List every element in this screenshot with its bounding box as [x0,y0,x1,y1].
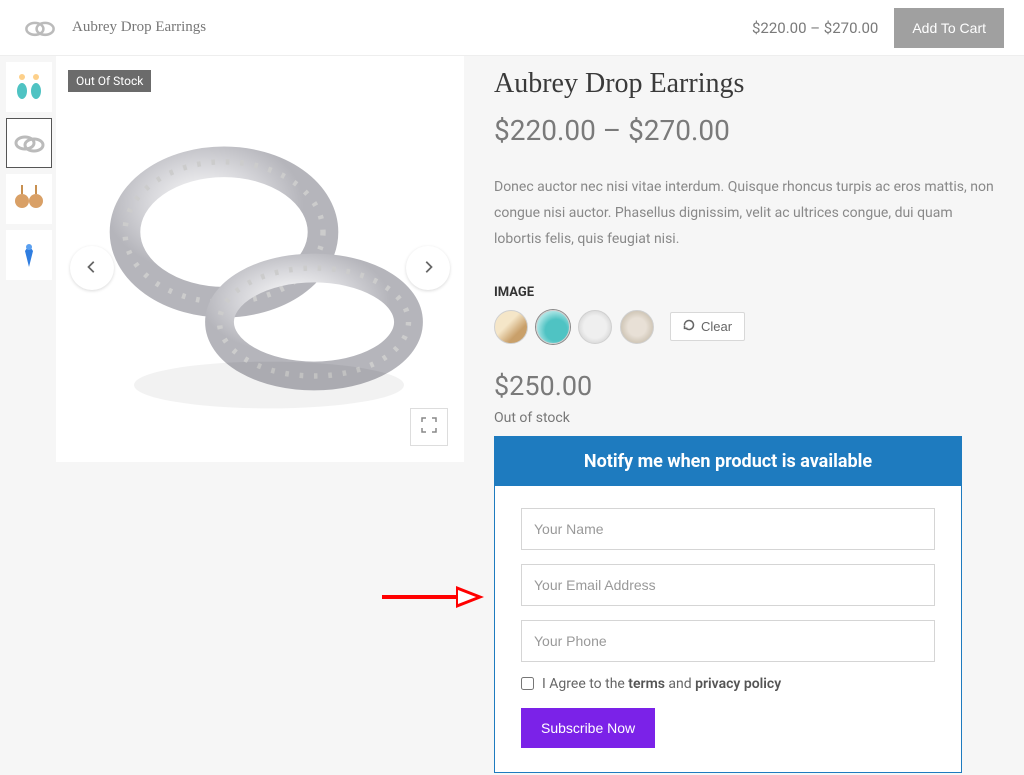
agree-row[interactable]: I Agree to the terms and privacy policy [521,676,935,692]
expand-icon [421,417,437,437]
subscribe-button[interactable]: Subscribe Now [521,708,655,748]
agree-text: I Agree to the terms and privacy policy [542,676,781,692]
chevron-left-icon [85,259,99,278]
swatch-2[interactable] [536,310,570,344]
variant-label: IMAGE [494,285,994,300]
swatch-1[interactable] [494,310,528,344]
chevron-right-icon [421,259,435,278]
notify-header: Notify me when product is available [495,437,961,486]
clear-selection-button[interactable]: Clear [670,312,745,341]
notify-panel: Notify me when product is available I Ag… [494,436,962,773]
variant-swatches: Clear [494,310,994,344]
header-price-range: $220.00 – $270.00 [752,19,878,37]
product-detail: Aubrey Drop Earrings $220.00 – $270.00 D… [464,56,1024,773]
product-description: Donec auctor nec nisi vitae interdum. Qu… [494,175,994,253]
clear-label: Clear [701,319,732,334]
notify-name-input[interactable] [521,508,935,550]
product-title: Aubrey Drop Earrings [494,68,994,100]
thumbnail-3[interactable] [6,174,52,224]
zoom-button[interactable] [410,408,448,446]
thumbnail-2[interactable] [6,118,52,168]
price-range: $220.00 – $270.00 [494,114,994,147]
selected-price: $250.00 [494,370,994,402]
notify-email-input[interactable] [521,564,935,606]
notify-phone-input[interactable] [521,620,935,662]
refresh-icon [683,319,695,334]
sticky-header: Aubrey Drop Earrings $220.00 – $270.00 A… [0,0,1024,56]
main-product-image [56,56,464,462]
stock-status: Out of stock [494,410,994,426]
thumbnail-4[interactable] [6,230,52,280]
gallery-prev-button[interactable] [70,246,114,290]
notify-body: I Agree to the terms and privacy policy … [495,486,961,772]
swatch-4[interactable] [620,310,654,344]
product-main: Out Of Stock [0,56,1024,773]
header-thumb [20,11,60,45]
thumbnail-1[interactable] [6,62,52,112]
header-title: Aubrey Drop Earrings [72,19,752,36]
thumbnail-rail [0,56,56,773]
terms-link[interactable]: terms [628,676,665,692]
add-to-cart-button[interactable]: Add To Cart [894,8,1004,48]
gallery-next-button[interactable] [406,246,450,290]
agree-checkbox[interactable] [521,677,534,690]
swatch-3[interactable] [578,310,612,344]
privacy-link[interactable]: privacy policy [695,676,781,692]
product-gallery: Out Of Stock [56,56,464,462]
